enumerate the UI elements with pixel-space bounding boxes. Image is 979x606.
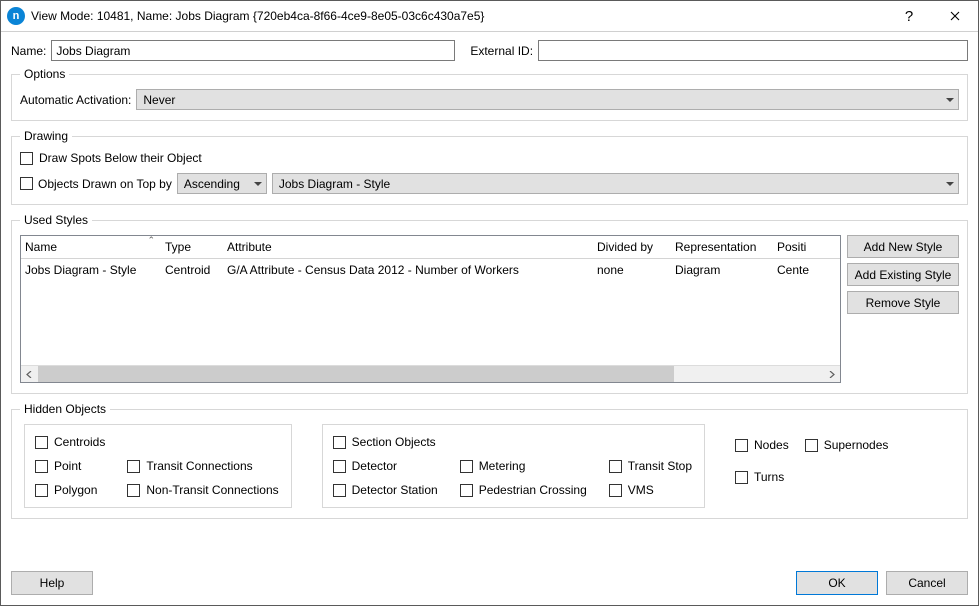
detector-checkbox[interactable]: [333, 460, 346, 473]
polygon-checkbox[interactable]: [35, 484, 48, 497]
cell-divided-by: none: [593, 263, 671, 277]
transit-connections-checkbox[interactable]: [127, 460, 140, 473]
detector-station-checkbox[interactable]: [333, 484, 346, 497]
order-select[interactable]: Ascending: [177, 173, 267, 194]
hidden-group-middle: Section Objects Detector Detector Statio…: [322, 424, 705, 508]
options-legend: Options: [20, 67, 69, 81]
nodes-label: Nodes: [754, 438, 789, 452]
nodes-checkbox[interactable]: [735, 439, 748, 452]
objects-on-top-label: Objects Drawn on Top by: [38, 177, 172, 191]
supernodes-label: Supernodes: [824, 438, 889, 452]
point-checkbox[interactable]: [35, 460, 48, 473]
nontransit-connections-checkbox[interactable]: [127, 484, 140, 497]
app-icon: n: [7, 7, 25, 25]
table-row[interactable]: Jobs Diagram - Style Centroid G/A Attrib…: [21, 259, 840, 281]
centroids-checkbox[interactable]: [35, 436, 48, 449]
order-value: Ascending: [184, 177, 240, 191]
col-header-divided-by[interactable]: Divided by: [593, 236, 671, 258]
name-field[interactable]: [51, 40, 455, 61]
auto-activation-value: Never: [143, 93, 175, 107]
transit-connections-label: Transit Connections: [146, 459, 252, 473]
col-header-name[interactable]: Name ⌃: [21, 236, 161, 258]
col-header-type[interactable]: Type: [161, 236, 223, 258]
scroll-right-icon[interactable]: [823, 366, 840, 382]
centroids-label: Centroids: [54, 435, 105, 449]
window-title: View Mode: 10481, Name: Jobs Diagram {72…: [31, 9, 886, 23]
cancel-button[interactable]: Cancel: [886, 571, 968, 595]
draw-spots-below-label: Draw Spots Below their Object: [39, 151, 202, 165]
detector-station-label: Detector Station: [352, 483, 438, 497]
turns-label: Turns: [754, 470, 784, 484]
nontransit-connections-label: Non-Transit Connections: [146, 483, 278, 497]
styles-table[interactable]: Name ⌃ Type Attribute Divided by Represe…: [20, 235, 841, 383]
titlebar: n View Mode: 10481, Name: Jobs Diagram {…: [1, 1, 978, 32]
ok-button[interactable]: OK: [796, 571, 878, 595]
detector-label: Detector: [352, 459, 397, 473]
section-objects-label: Section Objects: [352, 435, 436, 449]
drawing-group: Drawing Draw Spots Below their Object Ob…: [11, 129, 968, 205]
help-button[interactable]: Help: [11, 571, 93, 595]
used-styles-group: Used Styles Name ⌃ Type Attribute Divide…: [11, 213, 968, 394]
polygon-label: Polygon: [54, 483, 97, 497]
pedestrian-crossing-label: Pedestrian Crossing: [479, 483, 587, 497]
cell-name: Jobs Diagram - Style: [21, 263, 161, 277]
name-label: Name:: [11, 44, 46, 58]
hidden-objects-legend: Hidden Objects: [20, 402, 110, 416]
drawing-style-select[interactable]: Jobs Diagram - Style: [272, 173, 959, 194]
hidden-group-left: Centroids Point Polygon Transit Connecti…: [24, 424, 292, 508]
supernodes-checkbox[interactable]: [805, 439, 818, 452]
scroll-left-icon[interactable]: [21, 366, 38, 382]
vms-checkbox[interactable]: [609, 484, 622, 497]
vms-label: VMS: [628, 483, 654, 497]
chevron-down-icon: [254, 182, 262, 186]
scrollbar-thumb[interactable]: [38, 366, 674, 382]
metering-label: Metering: [479, 459, 526, 473]
col-header-attribute[interactable]: Attribute: [223, 236, 593, 258]
cell-representation: Diagram: [671, 263, 773, 277]
add-existing-style-button[interactable]: Add Existing Style: [847, 263, 959, 286]
chevron-down-icon: [946, 182, 954, 186]
col-header-representation[interactable]: Representation: [671, 236, 773, 258]
used-styles-legend: Used Styles: [20, 213, 92, 227]
help-icon[interactable]: ?: [886, 1, 932, 31]
auto-activation-label: Automatic Activation:: [20, 93, 131, 107]
add-new-style-button[interactable]: Add New Style: [847, 235, 959, 258]
point-label: Point: [54, 459, 81, 473]
horizontal-scrollbar[interactable]: [21, 365, 840, 382]
auto-activation-select[interactable]: Never: [136, 89, 959, 110]
drawing-legend: Drawing: [20, 129, 72, 143]
section-objects-checkbox[interactable]: [333, 436, 346, 449]
transit-stop-label: Transit Stop: [628, 459, 692, 473]
chevron-down-icon: [946, 98, 954, 102]
turns-checkbox[interactable]: [735, 471, 748, 484]
hidden-objects-group: Hidden Objects Centroids Point Polygon T…: [11, 402, 968, 519]
pedestrian-crossing-checkbox[interactable]: [460, 484, 473, 497]
cell-type: Centroid: [161, 263, 223, 277]
transit-stop-checkbox[interactable]: [609, 460, 622, 473]
remove-style-button[interactable]: Remove Style: [847, 291, 959, 314]
scrollbar-track[interactable]: [38, 366, 823, 382]
external-id-field[interactable]: [538, 40, 968, 61]
draw-spots-below-checkbox[interactable]: [20, 152, 33, 165]
cell-attribute: G/A Attribute - Census Data 2012 - Numbe…: [223, 263, 593, 277]
external-id-label: External ID:: [470, 44, 533, 58]
sort-ascending-icon: ⌃: [147, 236, 155, 246]
footer: Help OK Cancel: [1, 561, 978, 605]
col-header-positioning[interactable]: Positi: [773, 236, 815, 258]
close-icon[interactable]: [932, 1, 978, 31]
objects-on-top-checkbox[interactable]: [20, 177, 33, 190]
cell-positioning: Cente: [773, 263, 815, 277]
drawing-style-value: Jobs Diagram - Style: [279, 177, 390, 191]
options-group: Options Automatic Activation: Never: [11, 67, 968, 121]
metering-checkbox[interactable]: [460, 460, 473, 473]
